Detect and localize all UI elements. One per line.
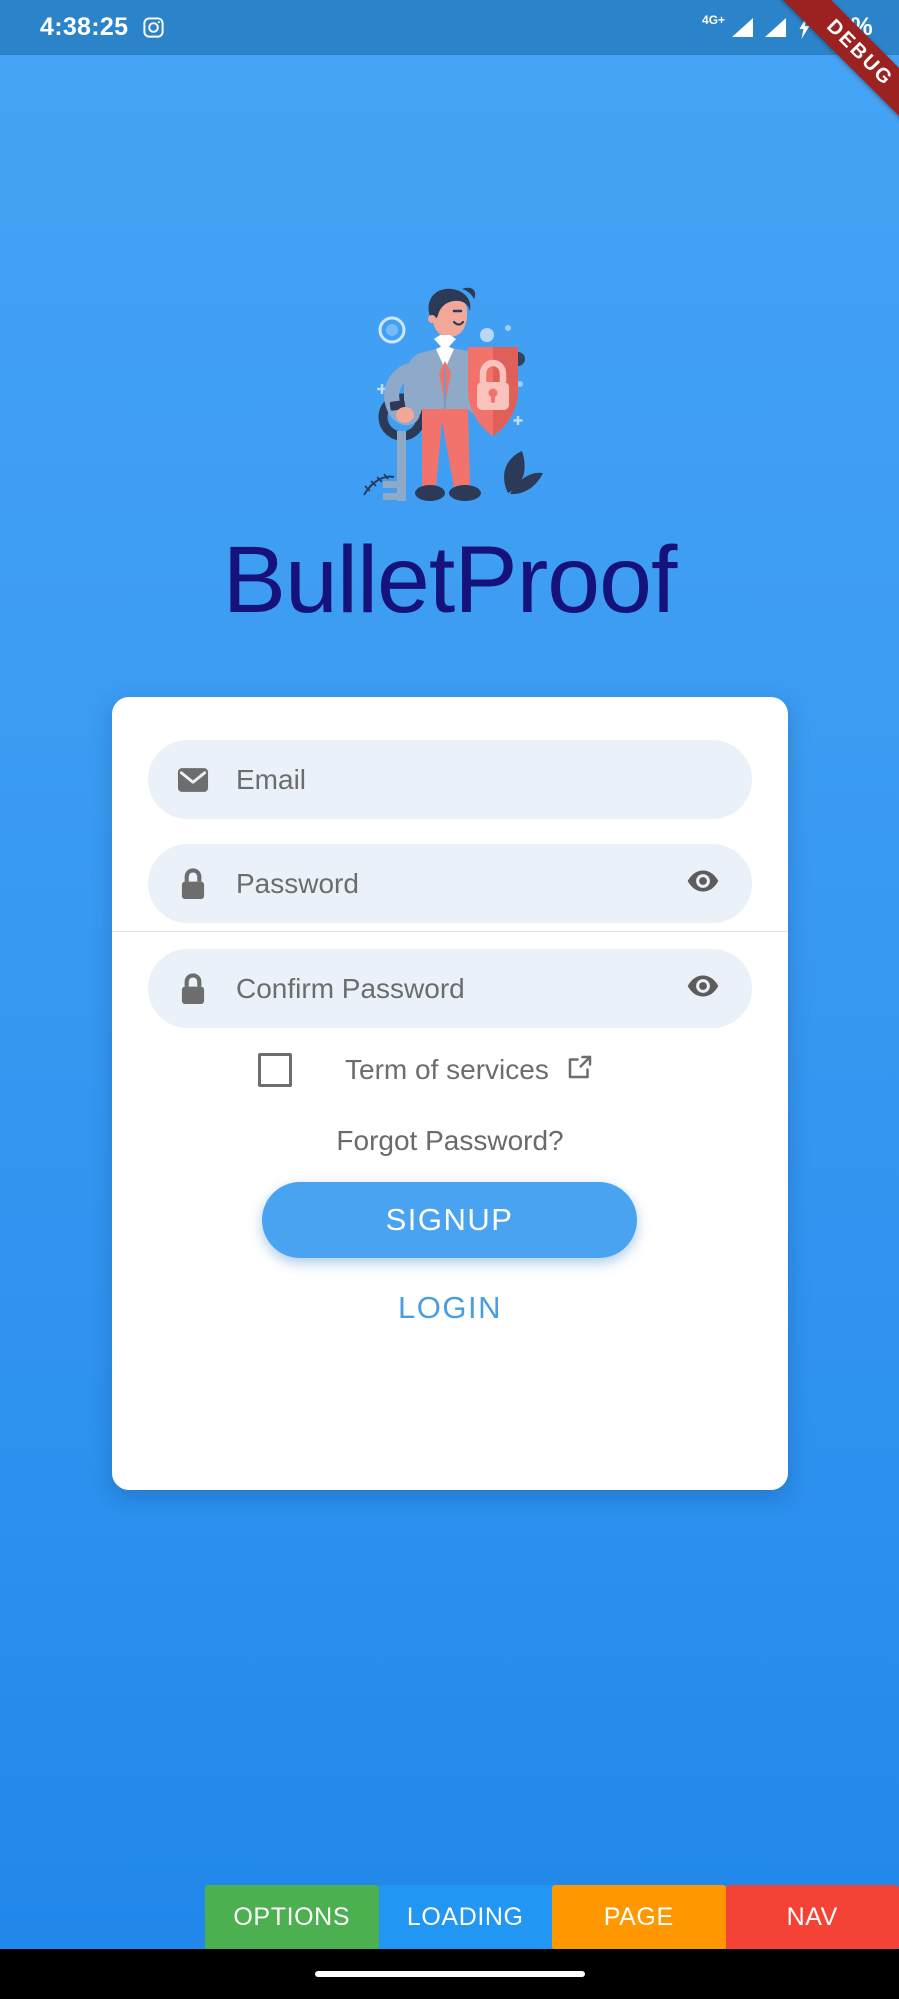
external-link-icon[interactable] xyxy=(565,1052,595,1087)
terms-of-service-row: Term of services xyxy=(148,1052,752,1087)
page-button[interactable]: PAGE xyxy=(552,1885,726,1950)
android-gesture-nav-bar xyxy=(0,1949,899,1999)
confirm-password-field[interactable]: Confirm Password xyxy=(148,949,752,1028)
email-field[interactable]: Email xyxy=(148,740,752,819)
instagram-icon xyxy=(142,16,165,39)
lock-icon xyxy=(174,970,212,1008)
loading-button[interactable]: LOADING xyxy=(378,1885,552,1950)
signup-button[interactable]: SIGNUP xyxy=(262,1182,637,1258)
status-clock: 4:38:25 xyxy=(40,13,129,41)
confirm-password-visibility-toggle[interactable] xyxy=(684,970,722,1008)
login-link[interactable]: LOGIN xyxy=(112,1292,788,1323)
home-gesture-pill[interactable] xyxy=(314,1971,585,1977)
eye-icon xyxy=(685,968,721,1009)
app-screen: 4:38:25 4G+ 45% DEBUG BulletProof Email … xyxy=(0,0,899,1999)
confirm-password-placeholder: Confirm Password xyxy=(236,972,465,1004)
status-bar-right: 4G+ 45% xyxy=(702,12,873,41)
security-illustration xyxy=(0,278,899,508)
network-type-label: 4G+ xyxy=(702,12,726,27)
password-field[interactable]: Password xyxy=(148,844,752,923)
signal-bars-icon xyxy=(730,17,754,38)
nav-button[interactable]: NAV xyxy=(725,1885,899,1950)
password-visibility-toggle[interactable] xyxy=(684,865,722,903)
status-bar-left: 4:38:25 xyxy=(40,15,165,40)
password-placeholder: Password xyxy=(236,867,359,899)
auth-form-card: Email Password Confirm Password Term of … xyxy=(112,697,788,1490)
terms-checkbox[interactable] xyxy=(258,1052,292,1087)
app-title: BulletProof xyxy=(222,527,678,633)
lock-icon xyxy=(174,865,212,903)
bottom-button-bar: OPTIONS LOADING PAGE NAV xyxy=(205,1885,899,1950)
options-button[interactable]: OPTIONS xyxy=(205,1885,379,1950)
email-placeholder: Email xyxy=(236,763,307,795)
terms-label: Term of services xyxy=(345,1053,549,1085)
signal-bars-icon-secondary xyxy=(763,17,787,38)
battery-percentage: 45% xyxy=(822,13,873,41)
status-bar: 4:38:25 4G+ 45% xyxy=(0,0,899,55)
envelope-icon xyxy=(174,761,212,799)
security-person-with-shield-and-key-illustration xyxy=(362,287,543,501)
forgot-password-link[interactable]: Forgot Password? xyxy=(112,1127,788,1155)
form-divider xyxy=(112,931,788,932)
lightning-bolt-icon xyxy=(796,16,813,39)
eye-icon xyxy=(685,863,721,904)
